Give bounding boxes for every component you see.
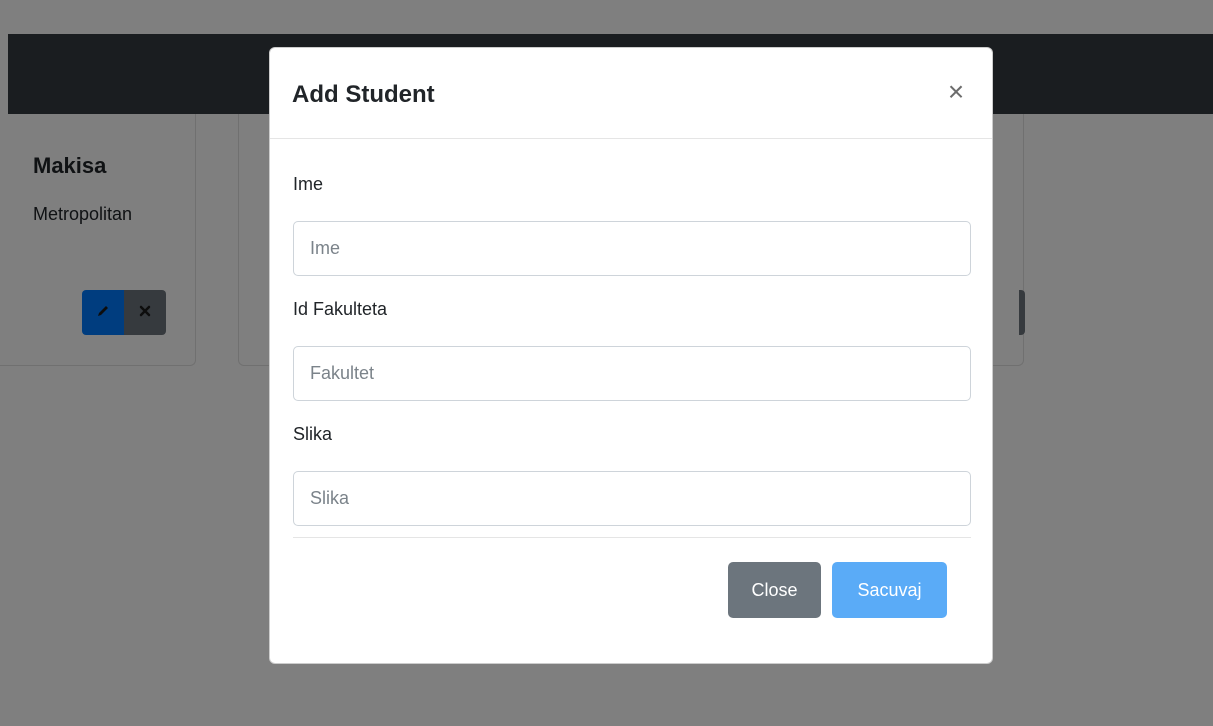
ime-label: Ime — [293, 174, 324, 194]
save-button[interactable]: Sacuvaj — [832, 562, 947, 618]
page: Makisa Metropolitan — [0, 0, 1213, 726]
close-button[interactable]: Close — [728, 562, 821, 618]
close-icon[interactable]: × — [942, 78, 970, 106]
fakultet-input[interactable] — [293, 346, 971, 401]
ime-input[interactable] — [293, 221, 971, 276]
form-group-fakultet: Id Fakulteta — [293, 299, 971, 401]
modal-footer-divider — [293, 537, 971, 538]
slika-input[interactable] — [293, 471, 971, 526]
modal-title: Add Student — [292, 81, 435, 108]
id-fakulteta-label: Id Fakulteta — [293, 299, 388, 319]
modal-header: Add Student × — [270, 48, 992, 139]
add-student-modal: Add Student × Ime Id Fakulteta Slika Clo… — [269, 47, 993, 664]
form-group-slika: Slika — [293, 424, 971, 526]
form-group-ime: Ime — [293, 174, 971, 276]
slika-label: Slika — [293, 424, 333, 444]
